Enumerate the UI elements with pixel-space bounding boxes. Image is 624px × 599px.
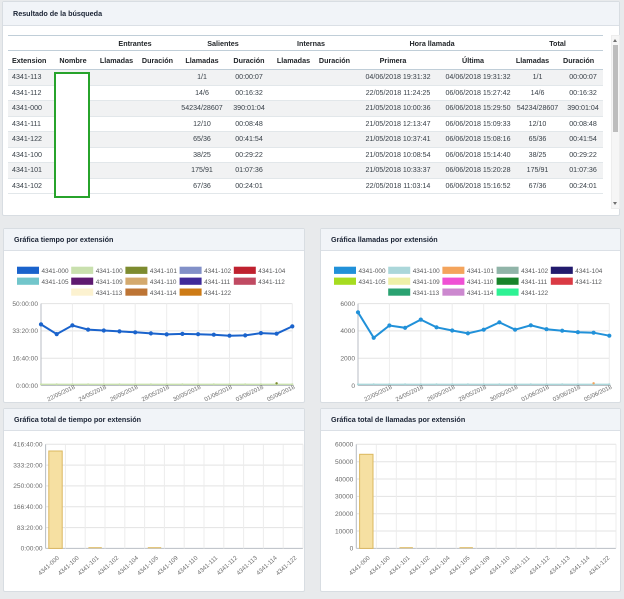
svg-text:01/06/2018: 01/06/2018 [521,384,551,403]
svg-text:4341-111: 4341-111 [521,279,548,286]
svg-text:4341-113: 4341-113 [413,290,440,297]
svg-text:4341-110: 4341-110 [467,279,494,286]
svg-text:24/05/2018: 24/05/2018 [78,384,108,403]
svg-text:4341-110: 4341-110 [176,554,200,577]
svg-text:4341-101: 4341-101 [467,268,494,275]
svg-text:50000: 50000 [335,459,354,466]
svg-text:4341-111: 4341-111 [204,279,231,286]
svg-text:30/05/2018: 30/05/2018 [172,384,202,403]
svg-text:4341-110: 4341-110 [488,554,512,577]
svg-text:4341-109: 4341-109 [156,554,180,577]
svg-text:0: 0 [350,546,354,553]
svg-text:22/05/2018: 22/05/2018 [47,384,77,403]
svg-text:01/06/2018: 01/06/2018 [204,384,234,403]
svg-text:33:20:00: 33:20:00 [12,328,38,335]
svg-text:4341-102: 4341-102 [204,268,231,275]
svg-text:4341-000: 4341-000 [359,268,386,275]
svg-text:4341-112: 4341-112 [258,279,285,286]
svg-text:4341-105: 4341-105 [42,279,69,286]
svg-text:4341-112: 4341-112 [575,279,602,286]
svg-text:60000: 60000 [335,442,354,449]
svg-text:05/06/2018: 05/06/2018 [267,384,297,403]
svg-text:20000: 20000 [335,511,354,518]
svg-text:4341-122: 4341-122 [521,290,548,297]
svg-text:4341-109: 4341-109 [413,279,440,286]
svg-text:250:00:00: 250:00:00 [13,483,43,490]
svg-text:83:20:00: 83:20:00 [17,525,43,532]
svg-text:4341-109: 4341-109 [96,279,123,286]
svg-text:4341-000: 4341-000 [42,268,69,275]
svg-text:4341-114: 4341-114 [150,290,177,297]
svg-text:333:20:00: 333:20:00 [13,462,43,469]
svg-text:30/05/2018: 30/05/2018 [489,384,519,403]
svg-text:28/05/2018: 28/05/2018 [141,384,171,403]
svg-text:4341-113: 4341-113 [96,290,123,297]
svg-text:166:40:00: 166:40:00 [13,504,43,511]
svg-text:4341-100: 4341-100 [96,268,123,275]
svg-text:6000: 6000 [340,301,355,308]
svg-text:416:40:00: 416:40:00 [13,442,43,449]
svg-text:4341-104: 4341-104 [575,268,602,275]
svg-text:2000: 2000 [340,356,355,363]
svg-text:4000: 4000 [340,328,355,335]
svg-text:05/06/2018: 05/06/2018 [584,384,614,403]
svg-text:22/05/2018: 22/05/2018 [364,384,394,403]
svg-text:03/06/2018: 03/06/2018 [235,384,265,403]
svg-text:30000: 30000 [335,494,354,501]
svg-text:40000: 40000 [335,476,354,483]
svg-text:4341-101: 4341-101 [150,268,177,275]
svg-text:26/05/2018: 26/05/2018 [426,384,456,403]
svg-text:4341-102: 4341-102 [521,268,548,275]
svg-text:4341-104: 4341-104 [258,268,285,275]
svg-text:4341-105: 4341-105 [359,279,386,286]
svg-text:0: 0 [351,383,355,390]
svg-text:4341-109: 4341-109 [468,554,492,577]
svg-text:4341-114: 4341-114 [467,290,494,297]
svg-text:4341-122: 4341-122 [204,290,231,297]
svg-text:03/06/2018: 03/06/2018 [552,384,582,403]
svg-text:4341-122: 4341-122 [588,554,612,577]
svg-text:24/05/2018: 24/05/2018 [395,384,425,403]
svg-text:0:00:00: 0:00:00 [21,546,43,553]
svg-text:16:40:00: 16:40:00 [12,356,38,363]
svg-text:0:00:00: 0:00:00 [16,383,38,390]
svg-text:4341-110: 4341-110 [150,279,177,286]
svg-text:4341-100: 4341-100 [413,268,440,275]
svg-text:28/05/2018: 28/05/2018 [458,384,488,403]
svg-text:10000: 10000 [335,528,354,535]
svg-text:4341-122: 4341-122 [275,554,299,577]
svg-text:50:00:00: 50:00:00 [12,301,38,308]
svg-text:26/05/2018: 26/05/2018 [109,384,139,403]
